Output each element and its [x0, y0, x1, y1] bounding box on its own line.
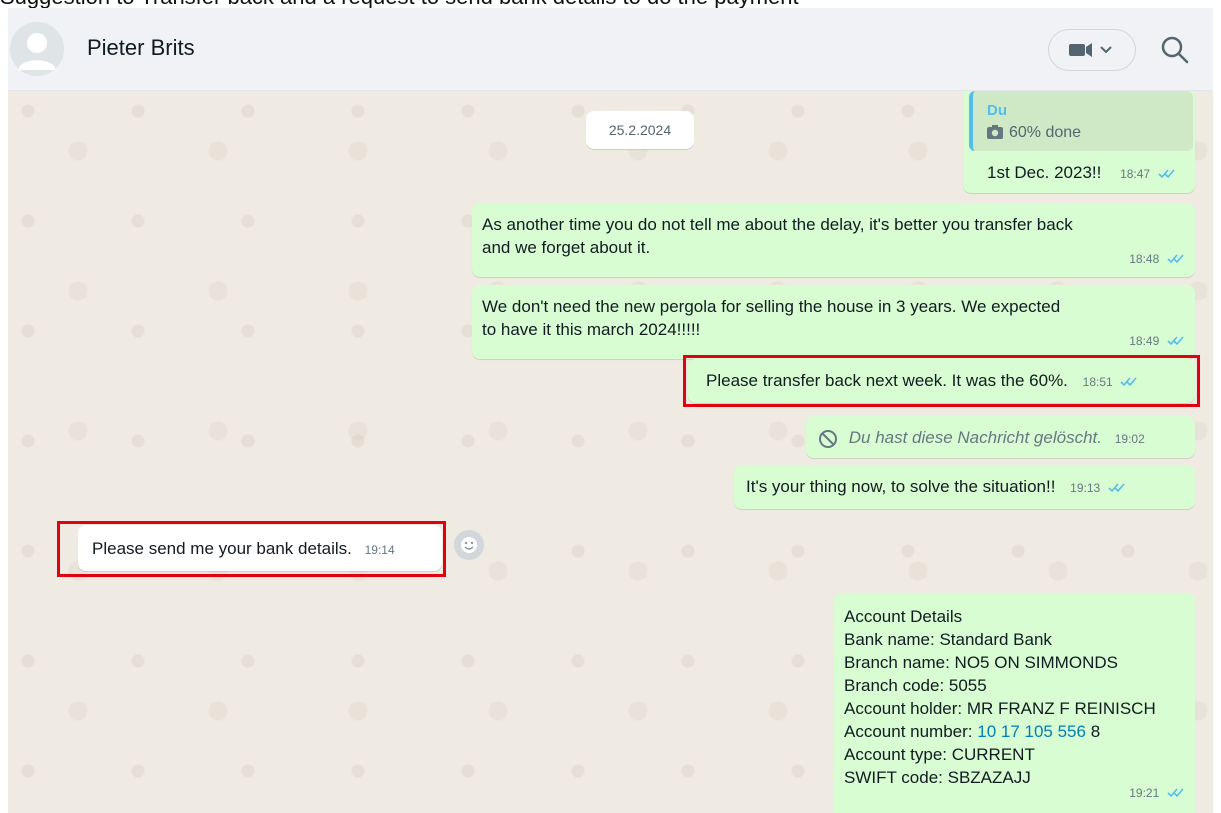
read-ticks-icon: [1120, 377, 1138, 387]
message-text: Please send me your bank details.: [92, 539, 352, 558]
read-ticks-icon: [1167, 336, 1184, 346]
account-details-line: Account holder: MR FRANZ F REINISCH: [844, 699, 1156, 718]
message-bubble-outgoing[interactable]: We don't need the new pergola for sellin…: [472, 285, 1195, 359]
message-time: 19:21: [1129, 786, 1160, 800]
caption-text: Suggestion to Transfer back and a reques…: [0, 0, 1221, 8]
contact-name[interactable]: Pieter Brits: [87, 35, 195, 61]
default-avatar-icon: [18, 33, 56, 70]
read-ticks-icon: [1167, 788, 1184, 798]
message-bubble-incoming[interactable]: Please send me your bank details. 19:14: [78, 525, 442, 571]
account-number-label: Account number:: [844, 722, 978, 741]
deleted-message-icon: [819, 429, 837, 448]
read-ticks-icon: [1167, 254, 1184, 264]
message-bubble-deleted[interactable]: Du hast diese Nachricht gelöscht. 19:02: [806, 416, 1195, 458]
account-number-link[interactable]: 10 17 105 556: [977, 722, 1086, 741]
account-details-line: Bank name: Standard Bank: [844, 630, 1052, 649]
account-details-line: Account Details: [844, 607, 963, 626]
quote-author: Du: [987, 102, 1007, 119]
message-time: 18:47: [1120, 167, 1151, 181]
search-icon: [1161, 36, 1189, 64]
avatar[interactable]: [10, 22, 64, 76]
message-bubble-outgoing[interactable]: As another time you do not tell me about…: [472, 203, 1195, 277]
video-call-button[interactable]: [1048, 29, 1136, 71]
message-bubble-outgoing[interactable]: Please transfer back next week. It was t…: [688, 359, 1195, 403]
message-text-line: We don't need the new pergola for sellin…: [482, 297, 1061, 316]
message-list[interactable]: 25.2.2024 Du 60% done 1st Dec. 2023!! 18…: [8, 91, 1213, 813]
video-camera-icon: [1069, 43, 1112, 57]
date-divider: 25.2.2024: [586, 111, 694, 149]
read-ticks-icon: [1158, 169, 1175, 179]
account-number-rest: 8: [1085, 722, 1101, 741]
account-type-line: Account type: CURRENT: [844, 745, 1035, 764]
message-text-line: and we forget about it.: [482, 238, 651, 257]
read-ticks-icon: [1108, 483, 1125, 493]
message-time: 19:02: [1114, 432, 1145, 446]
message-time: 18:48: [1129, 252, 1160, 266]
react-emoji-button[interactable]: [454, 530, 484, 560]
quote-text: 60% done: [1009, 124, 1082, 141]
swift-code-line: SWIFT code: SBZAZAJJ: [844, 768, 1031, 787]
photo-icon: [987, 125, 1003, 139]
account-details-line: Branch code: 5055: [844, 676, 987, 695]
message-time: 19:13: [1070, 481, 1101, 495]
message-bubble-outgoing[interactable]: Du 60% done 1st Dec. 2023!! 18:47: [963, 91, 1195, 193]
message-time: 18:51: [1082, 375, 1113, 389]
message-text-line: As another time you do not tell me about…: [482, 215, 1073, 234]
message-bubble-outgoing[interactable]: It's your thing now, to solve the situat…: [734, 465, 1195, 509]
message-text-line: to have it this march 2024!!!!!: [482, 320, 701, 339]
message-text: Please transfer back next week. It was t…: [706, 371, 1068, 390]
quoted-message[interactable]: Du 60% done: [969, 91, 1193, 151]
message-time: 19:14: [364, 543, 395, 557]
message-text: It's your thing now, to solve the situat…: [746, 477, 1056, 496]
chat-header: Pieter Brits: [8, 8, 1213, 91]
deleted-message-text: Du hast diese Nachricht gelöscht.: [848, 428, 1102, 447]
account-details-line: Branch name: NO5 ON SIMMONDS: [844, 653, 1118, 672]
search-button[interactable]: [1158, 33, 1192, 67]
message-text: 1st Dec. 2023!!: [987, 163, 1102, 182]
smiley-icon: [461, 537, 477, 553]
account-number-line: Account number: 10 17 105 556 8: [844, 720, 1156, 743]
chat-window: Pieter Brits 25.2.2024 Du 60% done 1st D…: [8, 8, 1213, 813]
message-time: 18:49: [1129, 334, 1160, 348]
message-bubble-outgoing[interactable]: Account Details Bank name: Standard Bank…: [834, 593, 1195, 813]
